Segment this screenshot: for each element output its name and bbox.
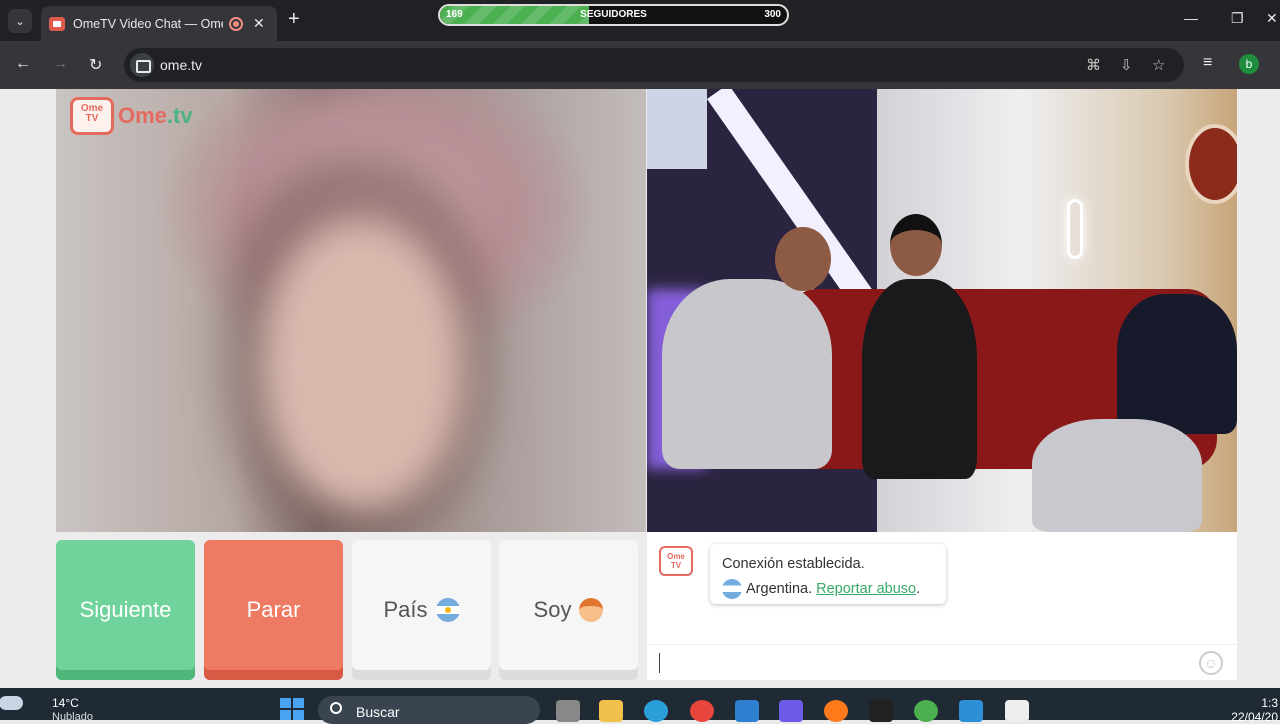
tab-search-icon[interactable]: ⌄	[8, 9, 32, 33]
file-explorer-icon[interactable]	[599, 700, 623, 722]
next-button[interactable]: Siguiente	[56, 540, 195, 680]
photos-icon[interactable]	[959, 700, 983, 722]
person-head-cap	[890, 214, 942, 276]
task-view-icon[interactable]	[556, 700, 580, 722]
install-app-icon[interactable]: ⇩	[1120, 56, 1133, 74]
chrome-icon[interactable]	[690, 700, 714, 722]
background-tv	[647, 89, 707, 169]
followers-goal: 300	[764, 9, 781, 20]
bookmark-star-icon[interactable]: ☆	[1152, 56, 1165, 74]
windows-taskbar: 14°C Nublado Buscar 1:3 22/04/20	[0, 688, 1280, 724]
followers-progress-bar: 169 SEGUIDORES 300	[438, 4, 789, 26]
followers-label: SEGUIDORES	[580, 9, 647, 20]
reload-icon[interactable]: ↻	[89, 55, 102, 75]
country-button[interactable]: País	[352, 540, 491, 680]
chat-logo-text-bottom: TV	[670, 561, 682, 570]
argentina-flag-icon	[435, 598, 460, 622]
stop-button[interactable]: Parar	[204, 540, 343, 680]
app-icon[interactable]	[869, 700, 893, 722]
tab-title: OmeTV Video Chat — Ome	[73, 16, 223, 31]
chat-message-input[interactable]: ☺	[647, 644, 1237, 680]
person-right	[1117, 294, 1237, 434]
next-label: Siguiente	[79, 597, 172, 622]
windows-start-icon[interactable]	[280, 698, 304, 720]
emoji-icon[interactable]: ☺	[1199, 651, 1223, 675]
ring-light	[1067, 199, 1083, 259]
close-tab-icon[interactable]: ✕	[253, 15, 265, 32]
logo-word-ome: Ome	[118, 103, 167, 128]
clock-date: 22/04/20	[1231, 710, 1278, 724]
browser-tab-strip: ⌄ OmeTV Video Chat — Ome ✕ + 169 SEGUIDO…	[0, 0, 1280, 41]
firefox-icon[interactable]	[824, 700, 848, 722]
boy-emoji-icon	[579, 598, 604, 622]
video-blur-face	[261, 219, 461, 509]
person-legs	[1032, 419, 1202, 532]
text-caret	[659, 653, 660, 673]
stranger-video	[647, 89, 1237, 532]
search-icon	[330, 702, 342, 714]
site-info-icon[interactable]	[130, 53, 154, 77]
ometv-page: Ome TV Ome.tv Siguiente Parar País Soy Om…	[0, 89, 1280, 688]
close-window-icon[interactable]: ✕	[1266, 10, 1278, 27]
cloud-icon	[0, 696, 23, 710]
app-icon[interactable]	[779, 700, 803, 722]
person-head	[775, 227, 831, 291]
argentina-flag-icon	[722, 579, 742, 600]
weather-description: Nublado	[52, 711, 93, 723]
chat-panel: Ome TV Conexión establecida. Argentina. R…	[647, 532, 1237, 680]
url-text[interactable]: ome.tv	[160, 57, 202, 73]
back-icon[interactable]: ←	[15, 55, 31, 73]
system-message: Conexión establecida. Argentina. Reporta…	[710, 544, 946, 604]
media-control-icon[interactable]: ≡	[1203, 54, 1212, 72]
browser-toolbar: ← → ↻ ome.tv ⌘ ⇩ ☆ ≡ b	[0, 41, 1280, 89]
gender-button[interactable]: Soy	[499, 540, 638, 680]
ometv-favicon-icon	[49, 16, 65, 31]
logo-tv-icon: Ome TV	[70, 97, 114, 135]
vscode-icon[interactable]	[735, 700, 759, 722]
new-tab-icon[interactable]: +	[288, 8, 300, 31]
connection-status: Conexión establecida.	[722, 556, 865, 572]
translate-icon[interactable]: ⌘	[1086, 56, 1101, 74]
clock-time: 1:3	[1261, 696, 1278, 710]
logo-tv-text-bottom: TV	[85, 113, 99, 124]
chat-logo-text-top: Ome	[667, 552, 685, 561]
stranger-country: Argentina.	[746, 581, 813, 597]
stop-label: Parar	[246, 597, 301, 622]
local-video: Ome TV Ome.tv	[56, 89, 646, 532]
ometv-chat-logo-icon: Ome TV	[659, 546, 693, 576]
logo-word-tv: .tv	[166, 103, 193, 128]
document-icon[interactable]	[1005, 700, 1029, 722]
wall-sign	[1185, 124, 1237, 204]
forward-icon[interactable]: →	[52, 55, 68, 73]
country-label: País	[383, 597, 428, 622]
report-period: .	[916, 581, 921, 597]
chrome-profile-icon[interactable]	[914, 700, 938, 722]
edge-icon[interactable]	[644, 700, 668, 722]
weather-temperature[interactable]: 14°C	[52, 696, 79, 710]
gender-label: Soy	[533, 597, 572, 622]
person-grey-sweater	[662, 279, 832, 469]
minimize-icon[interactable]: —	[1184, 10, 1198, 26]
recording-icon	[229, 16, 243, 31]
ometv-logo: Ome TV Ome.tv	[70, 97, 193, 135]
person-black-jacket	[862, 279, 977, 479]
restore-icon[interactable]: ❐	[1231, 10, 1244, 27]
address-bar[interactable]: ome.tv ⌘ ⇩ ☆	[124, 48, 1184, 82]
search-placeholder: Buscar	[356, 704, 400, 720]
active-tab[interactable]: OmeTV Video Chat — Ome ✕	[41, 6, 277, 41]
report-abuse-link[interactable]: Reportar abuso	[816, 581, 916, 597]
profile-avatar[interactable]: b	[1239, 54, 1259, 74]
